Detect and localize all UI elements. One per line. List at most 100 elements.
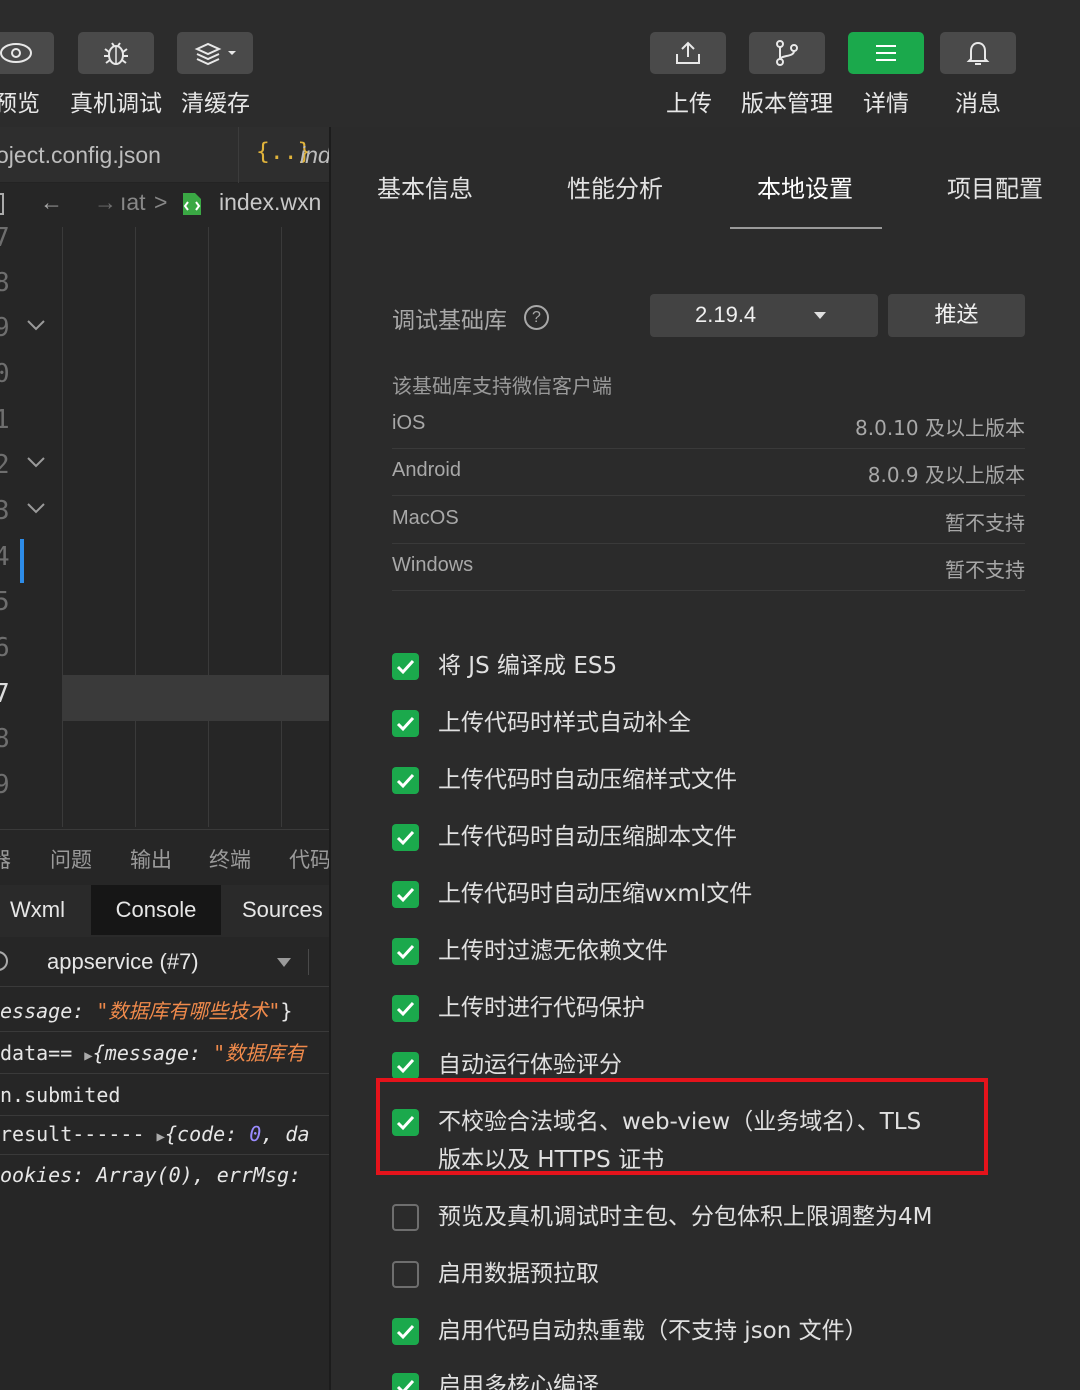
details-button[interactable] — [848, 32, 924, 74]
checkbox[interactable] — [392, 824, 419, 851]
option-multi-core[interactable]: 启用多核心编译 — [392, 1367, 1032, 1390]
context-select-value[interactable]: appservice (#7) — [47, 949, 199, 975]
checkbox[interactable] — [392, 1204, 419, 1231]
clear-console-icon[interactable] — [0, 951, 8, 971]
line-number: 6 — [0, 633, 10, 663]
tab-problems[interactable]: 问题 — [50, 844, 92, 874]
git-change-marker — [20, 539, 24, 583]
context-selector[interactable]: appservice (#7) — [0, 937, 330, 987]
option-label: 启用多核心编译 — [438, 1373, 599, 1390]
option-minify-style[interactable]: 上传代码时自动压缩样式文件 — [392, 761, 1032, 801]
line-number: 4 — [0, 542, 10, 572]
tab-project-config[interactable]: 项目配置 — [947, 169, 1043, 204]
bottom-panel-tabs: 器 问题 输出 终端 代码 — [0, 829, 330, 885]
tab-debugger[interactable]: 器 — [0, 844, 11, 874]
option-label: 启用数据预拉取 — [438, 1261, 599, 1287]
console-text: ookies: Array(0), errMsg: — [0, 1163, 302, 1187]
checkbox[interactable] — [392, 767, 419, 794]
console-number: 0 — [249, 1122, 262, 1146]
console-line: data== ▶{message: "数据库有 — [0, 1033, 330, 1074]
console-text: } — [280, 999, 293, 1023]
tab-output[interactable]: 输出 — [130, 844, 172, 874]
platform-row: Android 8.0.9 及以上版本 — [392, 449, 1025, 496]
remote-debug-button[interactable] — [78, 32, 154, 74]
debug-lib-version: 2.19.4 — [695, 302, 757, 327]
tab-wxml[interactable]: Wxml — [10, 885, 65, 935]
expand-triangle-icon[interactable]: ▶ — [84, 1048, 92, 1064]
tab-local-settings[interactable]: 本地设置 — [757, 169, 853, 204]
option-code-protect[interactable]: 上传时进行代码保护 — [392, 989, 1032, 1029]
expand-triangle-icon[interactable]: ▶ — [157, 1129, 165, 1145]
option-data-prefetch[interactable]: 启用数据预拉取 — [392, 1255, 1032, 1295]
messages-label: 消息 — [955, 91, 1001, 117]
checkbox[interactable] — [392, 938, 419, 965]
option-4m-limit[interactable]: 预览及真机调试时主包、分包体积上限调整为4M — [392, 1198, 1032, 1238]
indent-guide — [281, 227, 282, 827]
option-label: 预览及真机调试时主包、分包体积上限调整为4M — [438, 1204, 933, 1230]
forward-arrow-icon[interactable]: → — [94, 189, 117, 216]
option-minify-script[interactable]: 上传代码时自动压缩脚本文件 — [392, 818, 1032, 858]
debug-lib-label: 调试基础库 — [392, 308, 507, 334]
bug-icon — [104, 42, 128, 65]
option-label: 启用代码自动热重载（不支持 json 文件） — [438, 1318, 868, 1344]
tab-code[interactable]: 代码 — [289, 844, 330, 874]
line-number: 0 — [0, 359, 10, 389]
option-minify-wxml[interactable]: 上传代码时自动压缩wxml文件 — [392, 875, 1032, 915]
platform-row: iOS 8.0.10 及以上版本 — [392, 402, 1025, 449]
clear-cache-button[interactable] — [177, 32, 253, 74]
fold-chevron-icon[interactable] — [26, 319, 46, 331]
option-hot-reload[interactable]: 启用代码自动热重载（不支持 json 文件） — [392, 1312, 1032, 1352]
debug-lib-select[interactable]: 2.19.4 — [650, 294, 878, 337]
tab-terminal[interactable]: 终端 — [209, 844, 251, 874]
checkbox[interactable] — [392, 1373, 419, 1390]
messages-button[interactable] — [940, 32, 1016, 74]
checkmark-icon — [396, 773, 415, 789]
breadcrumb-file[interactable]: index.wxn — [219, 189, 321, 216]
tab-basic-info[interactable]: 基本信息 — [377, 169, 473, 204]
upload-button[interactable] — [650, 32, 726, 74]
active-tab-underline — [730, 227, 882, 229]
details-label: 详情 — [863, 91, 909, 117]
console-key: {code: — [164, 1122, 250, 1146]
checkbox[interactable] — [392, 1052, 419, 1079]
line-number: 7 — [0, 679, 10, 709]
checkmark-icon — [396, 830, 415, 846]
sidebar-toggle-icon[interactable] — [0, 193, 4, 215]
checkbox[interactable] — [392, 1318, 419, 1345]
help-icon[interactable]: ? — [524, 305, 549, 330]
platform-name: iOS — [392, 412, 426, 434]
checkmark-icon — [396, 716, 415, 732]
file-tab-project-config[interactable]: oject.config.json — [0, 127, 228, 183]
tab-sources[interactable]: Sources — [242, 885, 323, 935]
option-label: 将 JS 编译成 ES5 — [438, 653, 618, 679]
back-arrow-icon[interactable]: ← — [40, 189, 63, 216]
preview-button[interactable] — [0, 32, 54, 74]
checkbox[interactable] — [392, 653, 419, 680]
breadcrumb-separator: > — [154, 189, 168, 215]
bell-icon — [966, 41, 990, 65]
version-manage-button[interactable] — [749, 32, 825, 74]
option-es5[interactable]: 将 JS 编译成 ES5 — [392, 647, 1032, 687]
tab-performance[interactable]: 性能分析 — [567, 169, 663, 204]
option-label: 上传时过滤无依赖文件 — [438, 938, 668, 964]
dropdown-caret-icon[interactable] — [277, 958, 291, 967]
tab-console[interactable]: Console — [91, 885, 221, 935]
console-line: essage: "数据库有哪些技术"} — [0, 991, 330, 1032]
file-tabs: oject.config.json {..} ind — [0, 127, 330, 183]
checkbox[interactable] — [392, 1261, 419, 1288]
checkmark-icon — [396, 1324, 415, 1340]
checkbox[interactable] — [392, 881, 419, 908]
checkbox[interactable] — [392, 995, 419, 1022]
option-filter-deps[interactable]: 上传时过滤无依赖文件 — [392, 932, 1032, 972]
breadcrumb-parent[interactable]: ıat — [120, 189, 146, 216]
push-button[interactable]: 推送 — [888, 294, 1025, 337]
fold-chevron-icon[interactable] — [26, 502, 46, 514]
console-key: essage: — [0, 999, 97, 1023]
checkbox[interactable] — [392, 710, 419, 737]
line-number: 7 — [0, 223, 10, 253]
option-style-autocomplete[interactable]: 上传代码时样式自动补全 — [392, 704, 1032, 744]
file-tab-index[interactable]: ind — [300, 127, 330, 183]
wxml-file-icon — [183, 193, 201, 215]
fold-chevron-icon[interactable] — [26, 456, 46, 468]
upload-label: 上传 — [666, 91, 712, 117]
